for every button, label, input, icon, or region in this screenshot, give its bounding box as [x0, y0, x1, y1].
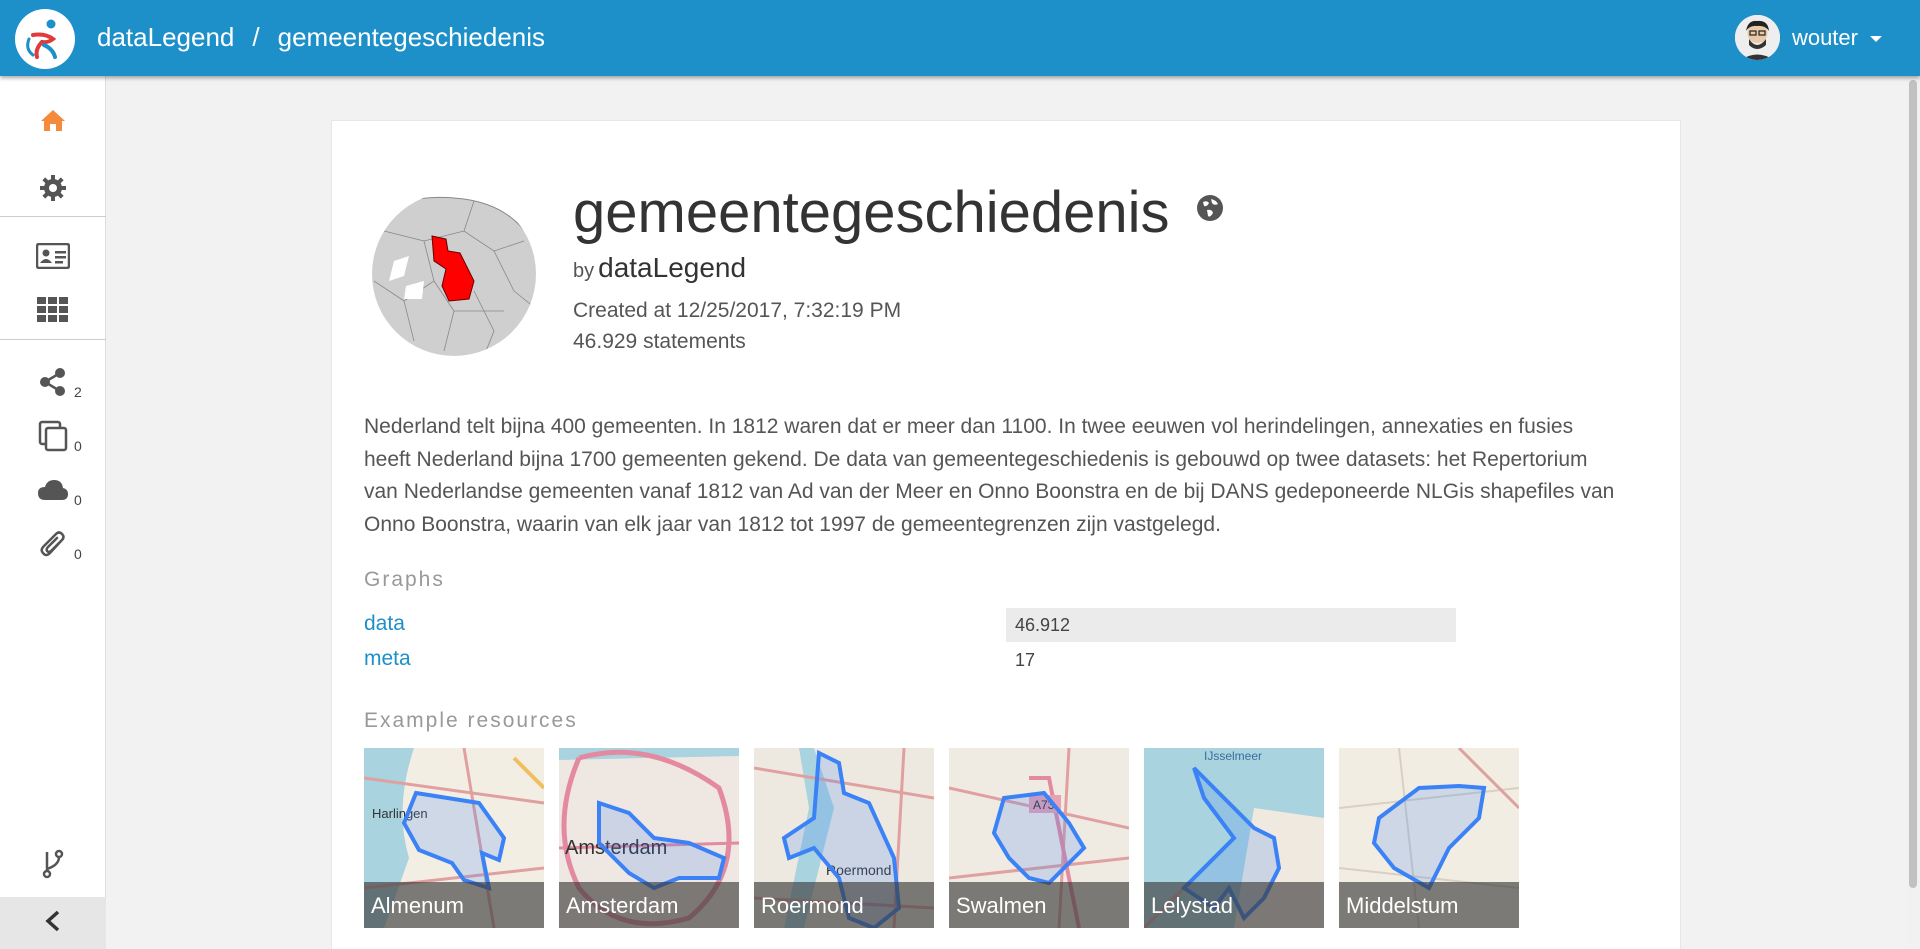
chevron-down-icon	[1870, 35, 1882, 42]
owner-line: by dataLegend	[573, 252, 746, 284]
sidebar-divider	[0, 216, 106, 217]
example-resource-tile[interactable]: A73 Swalmen	[949, 748, 1129, 928]
globe-icon	[1196, 194, 1224, 227]
user-menu[interactable]: wouter	[1734, 15, 1882, 60]
share-icon	[36, 365, 70, 399]
sidebar-item-services[interactable]: 0	[0, 466, 106, 514]
username: wouter	[1791, 24, 1858, 50]
code-branch-icon	[36, 847, 70, 881]
by-prefix: by	[573, 260, 595, 282]
breadcrumb-separator: /	[252, 22, 260, 52]
example-resources: Harlingen Almenum Amsterdam Amsterdam Ro…	[364, 748, 1519, 928]
graph-link-meta[interactable]: meta	[364, 647, 411, 671]
dataset-thumbnail	[364, 191, 546, 357]
sidebar-item-apps[interactable]	[0, 286, 106, 334]
graph-count-data: 46.912	[1006, 608, 1456, 642]
sidebar-item-version[interactable]	[0, 840, 106, 888]
tile-label: Middelstum	[1339, 882, 1519, 928]
example-resource-tile[interactable]: IJsselmeer Lelystad	[1144, 748, 1324, 928]
sidebar-item-home[interactable]	[0, 96, 106, 144]
sidebar-collapse-button[interactable]	[0, 897, 106, 949]
page-title: gemeentegeschiedenis	[573, 180, 1170, 245]
examples-heading: Example resources	[364, 709, 578, 732]
created-date: Created at 12/25/2017, 7:32:19 PM	[573, 299, 902, 322]
breadcrumb: dataLegend / gemeentegeschiedenis	[97, 22, 545, 53]
gear-icon	[36, 171, 70, 205]
scrollbar-thumb[interactable]	[1909, 80, 1917, 888]
statement-count: 46.929 statements	[573, 330, 746, 353]
datalegend-logo[interactable]	[15, 9, 75, 69]
sidebar-item-settings[interactable]	[0, 164, 106, 212]
paperclip-icon	[36, 527, 70, 561]
sidebar-divider	[0, 339, 106, 340]
map-label: IJsselmeer	[1204, 749, 1262, 763]
sidebar-item-copy[interactable]: 0	[0, 412, 106, 460]
breadcrumb-org[interactable]: dataLegend	[97, 22, 234, 53]
sidebar-item-share[interactable]: 2	[0, 358, 106, 406]
dataset-card: gemeentegeschiedenis by dataLegend Create…	[331, 120, 1681, 949]
example-resource-tile[interactable]: Amsterdam Amsterdam	[559, 748, 739, 928]
tile-label: Almenum	[364, 882, 544, 928]
id-card-icon	[36, 239, 70, 273]
tile-label: Roermond	[754, 882, 934, 928]
tile-label: Swalmen	[949, 882, 1129, 928]
sidebar-item-info[interactable]	[0, 232, 106, 280]
services-count: 0	[74, 492, 82, 508]
breadcrumb-dataset[interactable]: gemeentegeschiedenis	[278, 22, 545, 53]
tile-label: Lelystad	[1144, 882, 1324, 928]
cloud-icon	[36, 473, 70, 507]
home-icon	[36, 103, 70, 137]
owner-link[interactable]: dataLegend	[598, 252, 746, 283]
copy-icon	[36, 419, 70, 453]
sidebar: 2 0 0 0	[0, 76, 106, 949]
graphs-heading: Graphs	[364, 568, 445, 591]
dataset-description: Nederland telt bijna 400 gemeenten. In 1…	[364, 415, 1615, 536]
sidebar-item-assets[interactable]: 0	[0, 520, 106, 568]
chevron-left-icon	[45, 910, 61, 937]
example-resource-tile[interactable]: Roermond Roermond	[754, 748, 934, 928]
tile-label: Amsterdam	[559, 882, 739, 928]
assets-count: 0	[74, 546, 82, 562]
page-scrollbar[interactable]	[1906, 76, 1920, 949]
avatar	[1734, 15, 1780, 60]
example-resource-tile[interactable]: Harlingen Almenum	[364, 748, 544, 928]
example-resource-tile[interactable]: Middelstum	[1339, 748, 1519, 928]
graph-link-data[interactable]: data	[364, 612, 405, 636]
grid-icon	[36, 293, 70, 327]
graph-count-meta: 17	[1015, 650, 1036, 670]
share-count: 2	[74, 384, 82, 400]
copy-count: 0	[74, 438, 82, 454]
top-bar: dataLegend / gemeentegeschiedenis wouter	[0, 0, 1920, 76]
